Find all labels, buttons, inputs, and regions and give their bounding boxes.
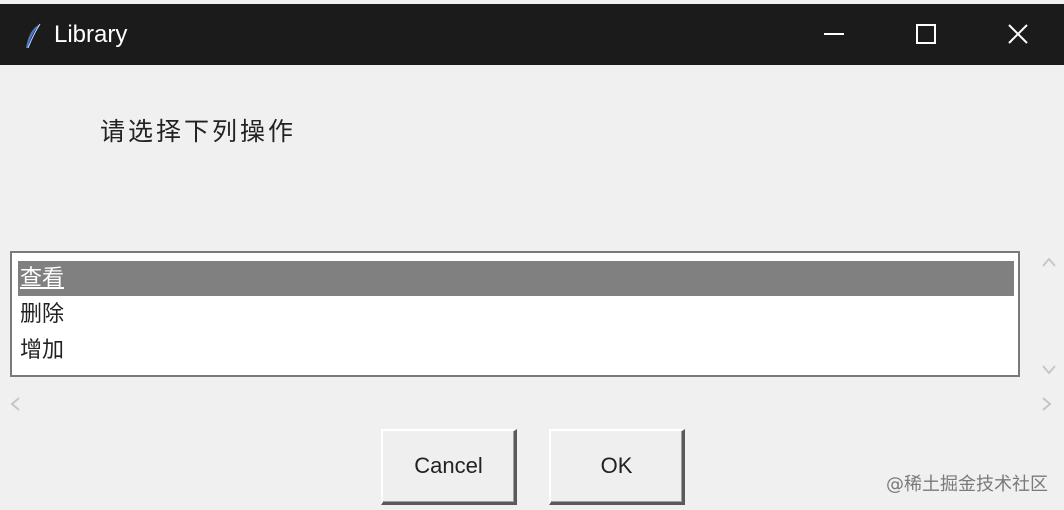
watermark: @稀土掘金技术社区: [886, 474, 1048, 495]
title-bar[interactable]: Library: [0, 4, 1064, 65]
operation-listbox[interactable]: 查看 删除 增加: [10, 251, 1020, 377]
list-item-add[interactable]: 增加: [18, 333, 1014, 368]
scroll-down-icon[interactable]: [1041, 362, 1057, 381]
vertical-scrollbar[interactable]: [1034, 248, 1064, 382]
feather-icon: [22, 22, 44, 50]
window-title: Library: [54, 21, 128, 48]
list-item-view[interactable]: 查看: [18, 261, 1014, 296]
scroll-left-icon[interactable]: [8, 396, 22, 416]
maximize-icon: [916, 24, 936, 44]
maximize-button[interactable]: [880, 4, 972, 65]
dialog-prompt: 请选择下列操作: [100, 117, 297, 146]
close-icon: [1008, 24, 1028, 44]
horizontal-scrollbar[interactable]: [0, 390, 1064, 418]
scroll-up-icon[interactable]: [1041, 254, 1057, 273]
cancel-button[interactable]: Cancel: [381, 429, 517, 505]
close-button[interactable]: [972, 4, 1064, 65]
ok-button[interactable]: OK: [549, 429, 685, 505]
minimize-button[interactable]: [788, 4, 880, 65]
list-item-delete[interactable]: 删除: [18, 297, 1014, 332]
scroll-right-icon[interactable]: [1040, 396, 1054, 416]
minimize-icon: [824, 33, 844, 35]
